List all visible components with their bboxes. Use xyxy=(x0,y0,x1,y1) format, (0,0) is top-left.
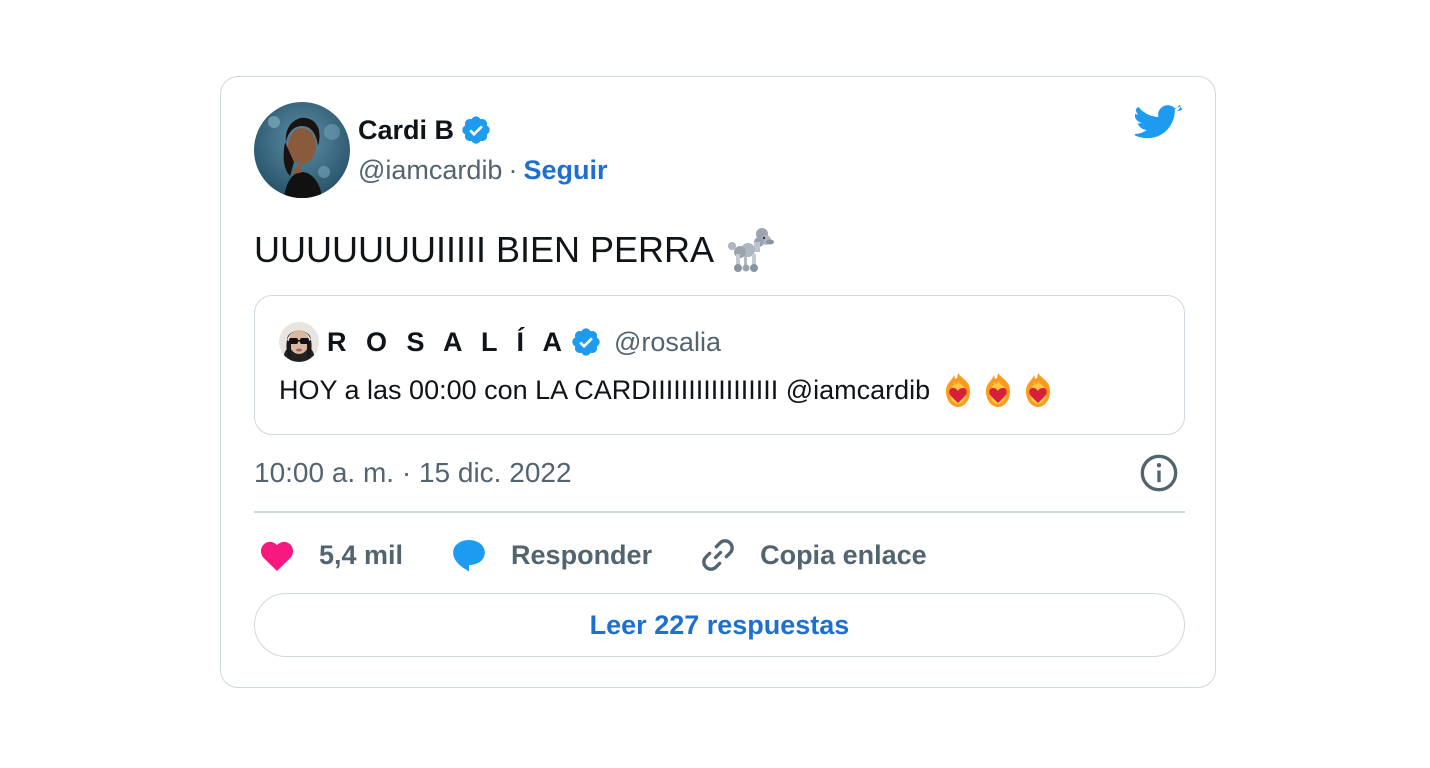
like-button[interactable]: 5,4 mil xyxy=(257,535,403,575)
quoted-author-avatar xyxy=(279,322,319,362)
quoted-tweet-body: HOY a las 00:00 con LA CARDIIIIIIIIIIIII… xyxy=(279,368,1060,412)
reply-label: Responder xyxy=(511,539,653,570)
tweet-header: Cardi B @iamcardib · Seguir xyxy=(254,102,607,198)
verified-badge-icon xyxy=(462,116,490,144)
author-name-row: Cardi B xyxy=(358,110,607,150)
heart-icon xyxy=(260,541,294,571)
quoted-emojis xyxy=(940,371,1060,409)
author-handle[interactable]: @iamcardib xyxy=(358,155,502,186)
quoted-tweet-header: R O S A L Í A @rosalia xyxy=(279,320,721,364)
tweet-body: UUUUUUUIIIII BIEN PERRA xyxy=(254,222,775,278)
copy-link-label: Copia enlace xyxy=(760,539,927,570)
author-handle-row: @iamcardib · Seguir xyxy=(358,150,607,190)
like-count: 5,4 mil xyxy=(319,539,404,570)
read-replies-button[interactable]: Leer 227 respuestas xyxy=(254,593,1185,657)
author-avatar[interactable] xyxy=(254,102,350,198)
tweet-embed-card: Cardi B @iamcardib · Seguir UUUUUUUIIIII… xyxy=(220,76,1216,688)
twitter-bird-icon[interactable] xyxy=(1135,105,1183,145)
author-name[interactable]: Cardi B xyxy=(358,115,454,146)
tweet-actions: 5,4 mil Responder Copia enlace xyxy=(257,531,973,579)
heart-on-fire-icon xyxy=(946,373,971,407)
heart-on-fire-icon xyxy=(1026,373,1051,407)
tweet-text: UUUUUUUIIIII BIEN PERRA xyxy=(254,229,715,270)
link-icon xyxy=(702,539,734,571)
quoted-tweet-text: HOY a las 00:00 con LA CARDIIIIIIIIIIIII… xyxy=(279,374,931,405)
author-info: Cardi B @iamcardib · Seguir xyxy=(358,110,607,190)
heart-on-fire-icon xyxy=(986,373,1011,407)
follow-link[interactable]: Seguir xyxy=(523,155,607,186)
poodle-icon xyxy=(728,228,775,272)
tweet-timestamp[interactable]: 10:00 a. m. · 15 dic. 2022 xyxy=(254,451,572,495)
speech-bubble-icon xyxy=(453,540,485,572)
separator-dot: · xyxy=(508,154,518,185)
quoted-author-handle: @rosalia xyxy=(614,326,721,357)
quoted-tweet[interactable]: R O S A L Í A @rosalia HOY a las 00:00 c… xyxy=(254,295,1185,435)
reply-button[interactable]: Responder xyxy=(449,535,652,575)
copy-link-button[interactable]: Copia enlace xyxy=(698,535,927,575)
info-icon[interactable] xyxy=(1139,453,1179,493)
divider xyxy=(254,511,1185,513)
verified-badge-icon xyxy=(572,328,600,356)
quoted-author-name: R O S A L Í A xyxy=(327,326,569,357)
